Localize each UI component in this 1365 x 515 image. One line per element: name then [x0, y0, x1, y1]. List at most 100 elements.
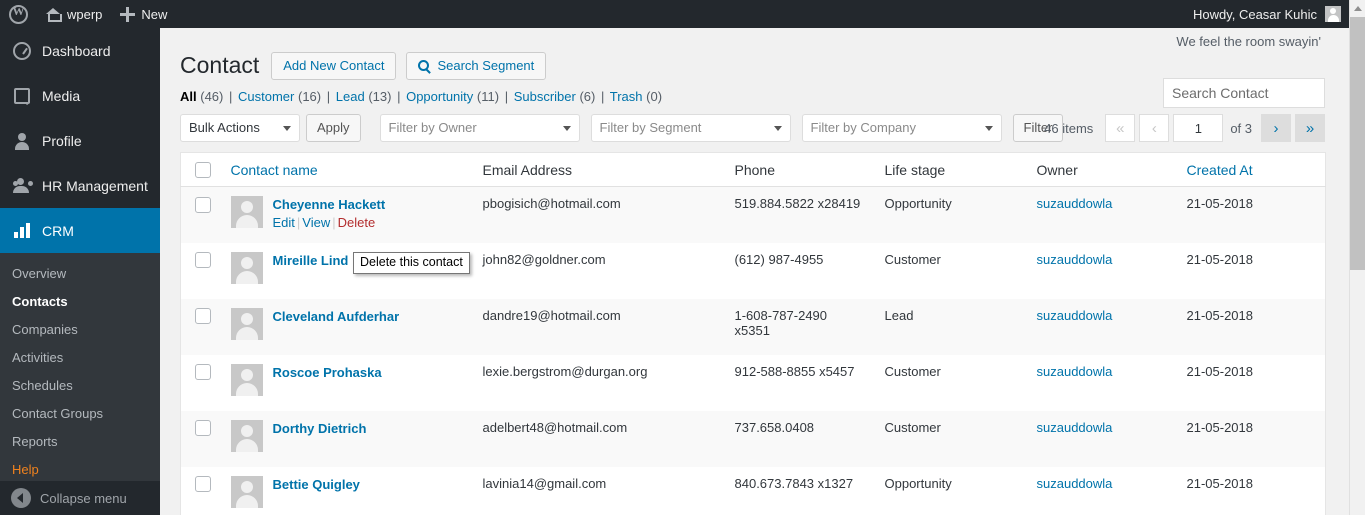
cell-created-at: 21-05-2018 — [1186, 251, 1254, 267]
column-header-created-at: Created At — [1176, 152, 1326, 188]
contact-name-link[interactable]: Mireille Lind — [273, 253, 349, 268]
home-icon — [45, 7, 62, 22]
table-row[interactable]: Roscoe Prohaska Edit|View|Delete lexie.b… — [180, 354, 1326, 411]
cell-life-stage: Customer — [884, 419, 941, 435]
select-all-checkbox[interactable] — [195, 162, 211, 179]
contact-name-link[interactable]: Cheyenne Hackett — [273, 197, 386, 212]
cell-phone: 737.658.0408 — [734, 419, 815, 435]
cell-life-stage: Opportunity — [884, 196, 952, 212]
owner-link[interactable]: suzauddowla — [1037, 308, 1113, 323]
admin-sidebar: Dashboard Media Profile HR Management CR… — [0, 28, 168, 515]
cell-life-stage: Opportunity — [884, 475, 952, 491]
table-row[interactable]: Dorthy Dietrich Edit|View|Delete adelber… — [180, 410, 1326, 467]
owner-link[interactable]: suzauddowla — [1037, 364, 1113, 379]
cell-contact-name: Dorthy Dietrich Edit|View|Delete — [221, 411, 473, 467]
row-checkbox[interactable] — [195, 252, 211, 269]
cell-contact-name: Bettie Quigley Edit|View|Delete — [221, 467, 473, 515]
view-count-all: (46) — [200, 89, 224, 104]
filter-by-company-select[interactable]: Filter by Company — [801, 114, 1002, 142]
table-head: Contact name Email Address Phone Life st… — [180, 152, 1326, 188]
last-page-button[interactable]: » — [1295, 114, 1325, 142]
sidebar-item-crm[interactable]: CRM — [0, 208, 168, 253]
avatar — [230, 475, 263, 508]
table-row[interactable]: Cheyenne Hackett Edit | View | Delete pbogis… — [180, 186, 1326, 243]
sidebar-item-label: CRM — [42, 222, 74, 239]
row-checkbox[interactable] — [195, 420, 211, 437]
search-input[interactable] — [1163, 78, 1325, 108]
row-checkbox[interactable] — [195, 196, 211, 213]
owner-link[interactable]: suzauddowla — [1037, 476, 1113, 491]
dashboard-icon — [11, 41, 33, 60]
cell-phone: (612) 987-4955 — [734, 251, 824, 267]
search-segment-button[interactable]: Search Segment — [406, 51, 547, 80]
scroll-up-arrow-icon[interactable] — [1350, 0, 1365, 17]
row-checkbox[interactable] — [195, 308, 211, 325]
row-checkbox[interactable] — [195, 364, 211, 381]
separator: | — [397, 89, 401, 104]
hr-management-icon — [11, 177, 33, 194]
view-link-opportunity[interactable]: Opportunity — [406, 89, 473, 104]
delete-link[interactable]: Delete — [338, 215, 376, 230]
sort-by-created-link[interactable]: Created At — [1187, 162, 1253, 178]
scrollbar-thumb[interactable] — [1350, 17, 1365, 270]
table-navigation-top: Bulk Actions Apply Filter by Owner Filte… — [180, 114, 1325, 146]
sidebar-item-help[interactable]: Help — [0, 456, 160, 484]
contact-name-link[interactable]: Bettie Quigley — [273, 477, 360, 492]
edit-link[interactable]: Edit — [273, 215, 295, 230]
main-content: We feel the room swayin' Contact Add New… — [160, 28, 1349, 515]
collapse-menu-button[interactable]: Collapse menu — [0, 481, 160, 515]
table-row[interactable]: Bettie Quigley Edit|View|Delete lavinia1… — [180, 466, 1326, 515]
owner-link[interactable]: suzauddowla — [1037, 420, 1113, 435]
cell-phone: 840.673.7843 x1327 — [734, 475, 854, 491]
sidebar-item-contact-groups[interactable]: Contact Groups — [0, 400, 160, 428]
filter-by-owner-select[interactable]: Filter by Owner — [379, 114, 580, 142]
site-name-menu[interactable]: wperp — [36, 0, 111, 28]
apply-button[interactable]: Apply — [306, 114, 361, 142]
sidebar-item-overview[interactable]: Overview — [0, 260, 160, 288]
view-link[interactable]: View — [302, 215, 330, 230]
owner-link[interactable]: suzauddowla — [1037, 196, 1113, 211]
table-row[interactable]: Cleveland Aufderhar Edit|View|Delete dan… — [180, 298, 1326, 355]
chevron-down-icon — [562, 126, 571, 131]
add-new-contact-button[interactable]: Add New Contact — [271, 51, 397, 80]
next-page-button[interactable]: › — [1261, 114, 1291, 142]
wordpress-logo-menu[interactable] — [0, 0, 36, 28]
sidebar-item-activities[interactable]: Activities — [0, 344, 160, 372]
column-header-email: Email Address — [472, 152, 725, 188]
view-link-all[interactable]: All — [180, 89, 197, 104]
cell-contact-name: Cheyenne Hackett Edit | View | Delete — [221, 187, 473, 243]
sidebar-item-dashboard[interactable]: Dashboard — [0, 28, 160, 73]
contact-name-link[interactable]: Roscoe Prohaska — [273, 365, 382, 380]
browser-scrollbar[interactable] — [1349, 0, 1365, 515]
new-content-menu[interactable]: New — [111, 0, 176, 28]
row-checkbox[interactable] — [195, 476, 211, 493]
chevron-down-icon — [773, 126, 782, 131]
filter-by-segment-select[interactable]: Filter by Segment — [590, 114, 791, 142]
sidebar-item-companies[interactable]: Companies — [0, 316, 160, 344]
current-page-input[interactable] — [1173, 114, 1224, 142]
view-link-trash[interactable]: Trash — [610, 89, 643, 104]
sidebar-item-label: Dashboard — [42, 42, 111, 59]
view-link-lead[interactable]: Lead — [336, 89, 365, 104]
bulk-actions-select[interactable]: Bulk Actions — [180, 114, 300, 142]
sidebar-item-schedules[interactable]: Schedules — [0, 372, 160, 400]
prev-page-button[interactable]: ‹ — [1139, 114, 1170, 142]
sidebar-item-contacts[interactable]: Contacts — [0, 288, 160, 316]
add-new-contact-label: Add New Contact — [283, 57, 385, 73]
owner-link[interactable]: suzauddowla — [1037, 252, 1113, 267]
contact-name-link[interactable]: Dorthy Dietrich — [273, 421, 367, 436]
sidebar-item-profile[interactable]: Profile — [0, 118, 160, 163]
plus-icon — [120, 6, 136, 22]
view-link-customer[interactable]: Customer — [238, 89, 294, 104]
view-link-subscriber[interactable]: Subscriber — [514, 89, 576, 104]
account-menu[interactable]: Howdy, Ceasar Kuhic — [1193, 6, 1349, 22]
cell-phone: 519.884.5822 x28419 — [734, 196, 861, 212]
wordpress-logo-icon — [9, 4, 28, 24]
avatar — [230, 196, 263, 229]
sidebar-item-reports[interactable]: Reports — [0, 428, 160, 456]
sidebar-item-media[interactable]: Media — [0, 73, 160, 118]
sidebar-item-hr-management[interactable]: HR Management — [0, 163, 160, 208]
first-page-button[interactable]: « — [1105, 114, 1136, 142]
contact-name-link[interactable]: Cleveland Aufderhar — [273, 309, 400, 324]
sort-by-name-link[interactable]: Contact name — [231, 162, 318, 178]
